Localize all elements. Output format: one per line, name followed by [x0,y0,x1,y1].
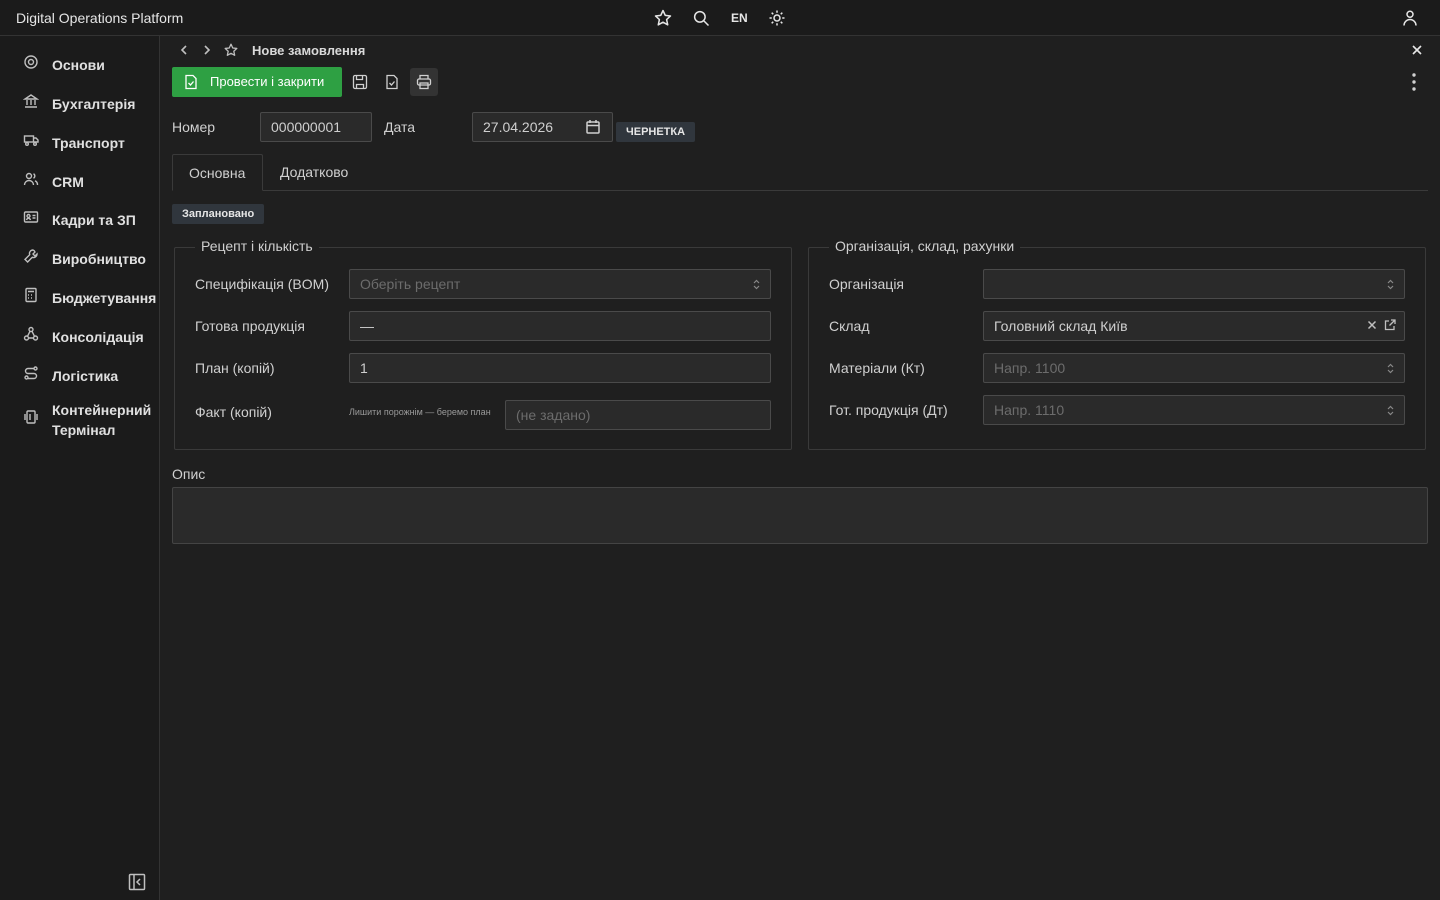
sidebar-item-hr[interactable]: Кадри та ЗП [0,201,159,235]
wrench-icon [23,248,39,264]
sidebar-item-accounting[interactable]: Бухгалтерія [0,85,159,119]
printer-icon [416,74,432,90]
bank-icon [23,93,39,109]
bom-placeholder: Оберіть рецепт [360,276,461,292]
sidebar-item-basics[interactable]: Основи [0,46,159,80]
language-switch[interactable]: EN [731,11,748,25]
forward-chevron-icon[interactable] [200,43,214,57]
organization-select[interactable] [983,269,1405,299]
description-textarea[interactable] [172,487,1428,544]
document-title: Нове замовлення [252,43,366,58]
sidebar-item-label: Логістика [52,368,119,384]
main-content: Нове замовлення Провести і закрити Номер… [160,36,1440,900]
sidebar-item-crm[interactable]: CRM [0,163,159,197]
button-label: Провести і закрити [210,74,325,89]
organization-legend: Організація, склад, рахунки [829,238,1021,254]
fact-label: Факт (копій) [195,404,272,420]
plan-label: План (копій) [195,360,275,376]
back-chevron-icon[interactable] [177,43,191,57]
sidebar-item-label: CRM [52,174,84,190]
organization-fieldset: Організація, склад, рахунки Організація … [808,238,1426,450]
truck-icon [23,132,39,148]
sidebar-item-label: Кадри та ЗП [52,212,136,228]
sidebar-item-budgeting[interactable]: Бюджетування [0,279,159,313]
finished-goods-placeholder: Напр. 1110 [994,402,1065,418]
description-label: Опис [172,466,206,482]
sidebar-item-label: Основи [52,57,105,73]
sidebar-item-container-terminal[interactable]: Контейнерний Термінал [0,400,159,442]
clear-icon[interactable] [1366,319,1378,331]
sidebar-collapse-icon[interactable] [128,873,146,891]
search-icon[interactable] [692,9,710,27]
document-check-icon [386,74,398,90]
document-check-icon [184,74,198,90]
materials-label: Матеріали (Кт) [829,360,925,376]
materials-account-select[interactable]: Напр. 1100 [983,353,1405,383]
bom-select[interactable]: Оберіть рецепт [349,269,771,299]
sidebar-item-label: Транспорт [52,135,125,151]
number-input[interactable]: 000000001 [260,112,372,142]
recipe-fieldset: Рецепт і кількість Специфікація (BOM) Об… [174,238,792,450]
recipe-legend: Рецепт і кількість [195,238,319,254]
finished-goods-account-select[interactable]: Напр. 1110 [983,395,1405,425]
date-value: 27.04.2026 [483,119,554,135]
date-input[interactable]: 27.04.2026 [472,112,613,142]
user-icon[interactable] [1401,9,1419,27]
product-field[interactable]: — [349,311,771,341]
state-badge: Заплановано [172,204,265,224]
select-arrows-icon [1387,279,1394,290]
hierarchy-icon [23,326,39,342]
materials-placeholder: Напр. 1100 [994,360,1066,376]
warehouse-label: Склад [829,318,870,334]
container-icon [23,409,39,425]
bom-label: Специфікація (BOM) [195,276,329,292]
print-button[interactable] [410,68,438,96]
sidebar-item-label: Виробництво [52,251,146,267]
id-card-icon [23,209,39,225]
target-icon [23,54,39,70]
organization-label: Організація [829,276,905,292]
warehouse-select[interactable]: Головний склад Київ [983,311,1405,341]
plan-input[interactable]: 1 [349,353,771,383]
more-menu-icon[interactable] [1406,72,1422,92]
users-icon [23,171,39,187]
post-and-close-button[interactable]: Провести і закрити [172,67,342,97]
finished-goods-label: Гот. продукція (Дт) [829,402,948,418]
select-arrows-icon [1387,405,1394,416]
tab-main[interactable]: Основна [172,154,263,191]
status-badge: ЧЕРНЕТКА [616,122,696,142]
app-title: Digital Operations Platform [16,10,184,26]
sidebar-item-label: Бухгалтерія [52,96,136,112]
sidebar-item-logistics[interactable]: Логістика [0,357,159,391]
fact-hint: Лишити порожнім — беремо план [349,407,491,417]
date-label: Дата [384,119,416,135]
calculator-icon [23,287,39,303]
post-button[interactable] [378,68,406,96]
sidebar-item-label: Контейнерний Термінал [52,402,152,438]
sidebar-item-label: Бюджетування [52,290,157,306]
select-arrows-icon [753,279,760,290]
sidebar-item-production[interactable]: Виробництво [0,240,159,274]
sidebar-item-transport[interactable]: Транспорт [0,124,159,158]
number-label: Номер [172,119,216,135]
product-label: Готова продукція [195,318,305,334]
close-icon[interactable] [1410,43,1424,57]
calendar-icon[interactable] [586,119,600,135]
sidebar: Основи Бухгалтерія Транспорт CRM Кадри т… [0,36,160,900]
sidebar-item-consolidation[interactable]: Консолідація [0,318,159,352]
fact-input[interactable]: (не задано) [505,400,771,430]
top-bar: Digital Operations Platform EN [0,0,1440,36]
star-icon[interactable] [654,9,672,27]
external-link-icon[interactable] [1384,319,1396,331]
select-arrows-icon [1387,363,1394,374]
tab-additional[interactable]: Додатково [264,154,364,191]
favorite-star-icon[interactable] [224,43,238,57]
route-icon [23,365,39,381]
warehouse-value: Головний склад Київ [994,318,1128,334]
save-icon [352,74,368,90]
sidebar-item-label: Консолідація [52,329,144,345]
save-button[interactable] [346,68,374,96]
theme-sun-icon[interactable] [768,9,786,27]
